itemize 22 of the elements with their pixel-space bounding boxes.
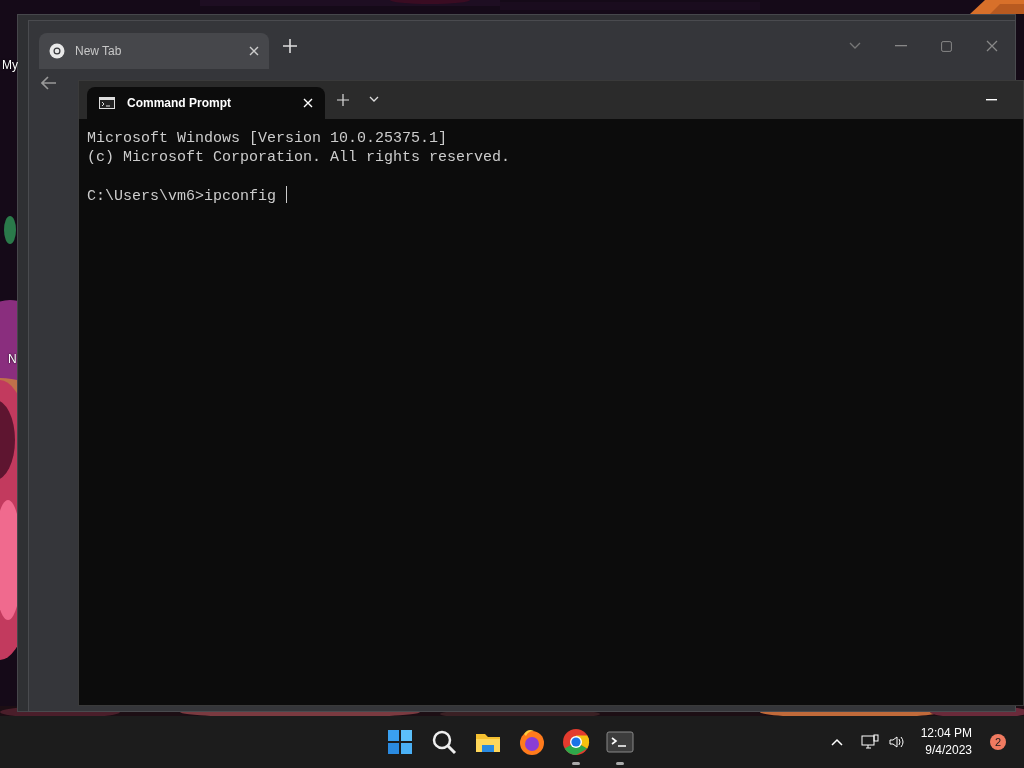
- chevron-up-icon[interactable]: [830, 738, 843, 746]
- terminal-tab[interactable]: Command Prompt: [87, 87, 325, 119]
- console-icon: [99, 97, 115, 109]
- browser-logo-icon: [49, 43, 65, 59]
- back-arrow-icon[interactable]: [41, 76, 57, 90]
- browser-logo-icon[interactable]: [562, 728, 590, 756]
- maximize-icon[interactable]: [941, 40, 952, 52]
- fox-globe-icon[interactable]: [518, 728, 546, 756]
- windows-logo-icon[interactable]: [386, 728, 414, 756]
- text-cursor: [286, 186, 288, 203]
- terminal-icon[interactable]: [606, 728, 634, 756]
- speaker-icon[interactable]: [888, 735, 905, 749]
- console-output-line: (c) Microsoft Corporation. All rights reserved.: [87, 148, 512, 167]
- close-icon[interactable]: [249, 46, 259, 56]
- clock[interactable]: 12:04 PM 9/4/2023: [920, 725, 972, 759]
- network-icon[interactable]: [860, 734, 879, 750]
- console-output-line: Microsoft Windows [Version 10.0.25375.1]: [87, 129, 449, 148]
- notification-badge[interactable]: 2: [990, 734, 1006, 750]
- command-prompt-line[interactable]: C:\Users\vm6>ipconfig: [87, 188, 277, 205]
- search-icon[interactable]: [430, 728, 458, 756]
- minimize-icon[interactable]: [986, 99, 997, 101]
- browser-tab[interactable]: New Tab: [39, 33, 269, 69]
